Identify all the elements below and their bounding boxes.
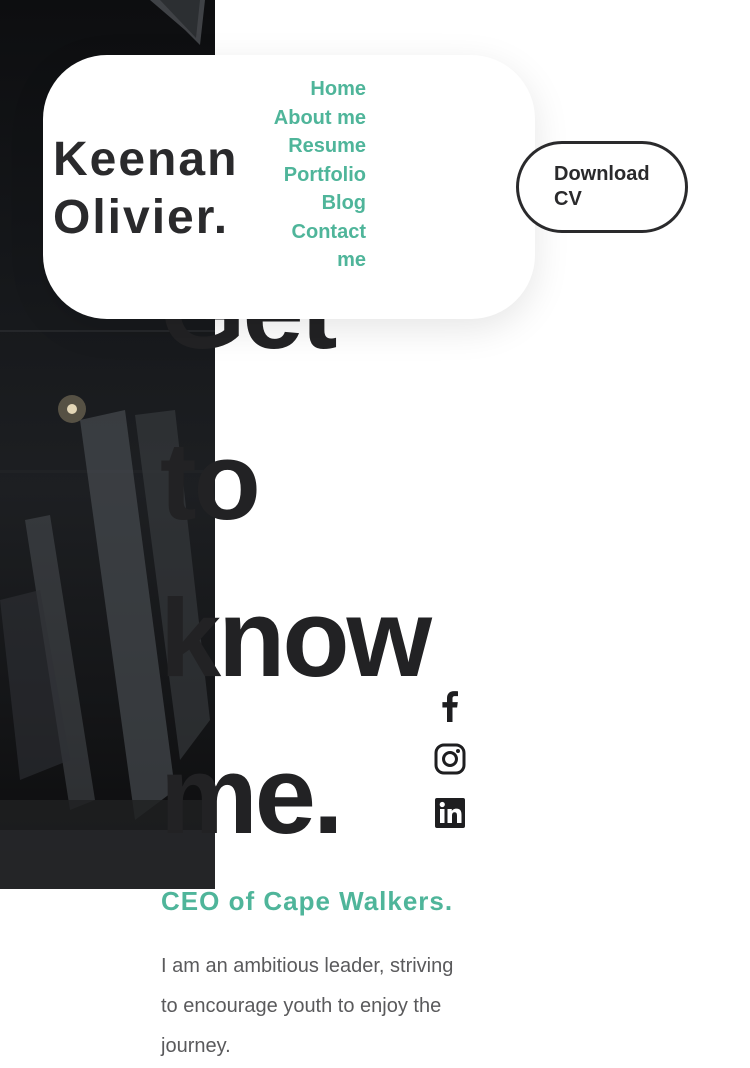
nav-link-about[interactable]: About me [268, 104, 366, 133]
brand-name[interactable]: Keenan Olivier. [53, 131, 238, 247]
linkedin-link[interactable] [433, 796, 467, 830]
download-cv-button[interactable]: Download CV [516, 141, 688, 233]
instagram-icon [434, 743, 466, 775]
instagram-link[interactable] [433, 742, 467, 776]
nav-item-contact: Contact me [268, 218, 366, 275]
download-cv-label: Download CV [554, 163, 650, 210]
nav-item-home: Home [268, 75, 366, 104]
brand-name-line: Olivier. [53, 191, 230, 244]
social-links [433, 688, 467, 850]
nav-link-home[interactable]: Home [268, 75, 366, 104]
nav-link-resume[interactable]: Resume [268, 132, 366, 161]
header-card: Keenan Olivier. Home About me Resume Por… [43, 55, 535, 319]
hero-heading-word: to [160, 420, 261, 543]
nav-link-contact[interactable]: Contact me [268, 218, 366, 275]
brand-name-line: Keenan [53, 133, 239, 186]
hero-subtitle: CEO of Cape Walkers. [161, 886, 454, 916]
nav-item-blog: Blog [268, 189, 366, 218]
facebook-icon [442, 691, 458, 722]
nav-link-portfolio[interactable]: Portfolio [268, 161, 366, 190]
main-nav: Home About me Resume Portfolio Blog Cont… [268, 75, 366, 275]
nav-item-portfolio: Portfolio [268, 161, 366, 190]
linkedin-icon [435, 798, 465, 828]
nav-link-blog[interactable]: Blog [268, 189, 366, 218]
nav-item-resume: Resume [268, 132, 366, 161]
facebook-link[interactable] [433, 688, 467, 722]
nav-item-about: About me [268, 104, 366, 133]
hero-description: I am an ambitious leader, striving to en… [161, 955, 454, 1057]
